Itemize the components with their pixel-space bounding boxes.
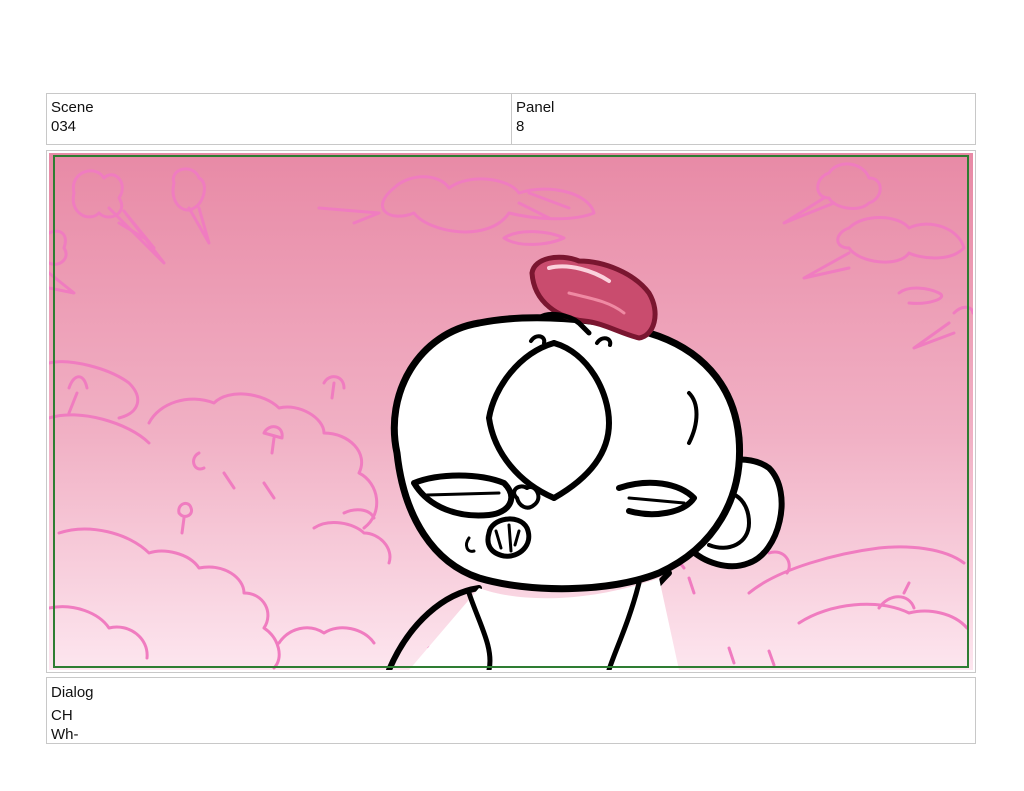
dialog-label: Dialog [51, 684, 94, 701]
scene-cell: Scene 034 [47, 94, 512, 144]
panel-header: Scene 034 Panel 8 [46, 93, 976, 145]
dialog-line-text: Wh- [51, 726, 79, 743]
dialog-box[interactable]: Dialog CH Wh- [46, 677, 976, 744]
storyboard-frame[interactable] [46, 150, 976, 673]
panel-cell: Panel 8 [512, 94, 975, 144]
panel-number[interactable]: 8 [516, 117, 971, 136]
storyboard-drawing [49, 153, 973, 670]
dialog-character: CH [51, 707, 73, 724]
scene-label: Scene [51, 99, 94, 116]
scene-number[interactable]: 034 [51, 117, 507, 136]
panel-label: Panel [516, 99, 555, 116]
